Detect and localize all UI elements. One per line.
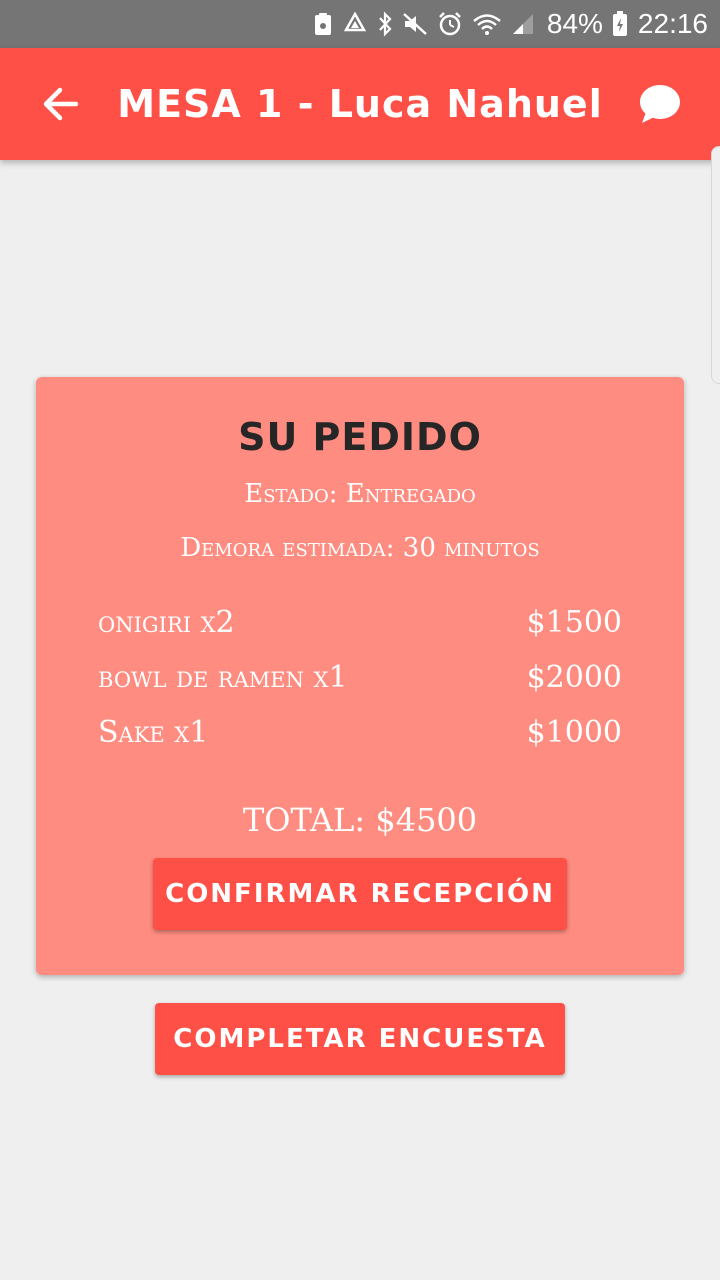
- back-button[interactable]: [36, 80, 84, 128]
- page-title: MESA 1 - Luca Nahuel: [117, 82, 603, 126]
- arrow-back-icon: [43, 87, 79, 121]
- item-name: bowl de ramen x1: [98, 660, 348, 695]
- confirm-reception-button[interactable]: CONFIRMAR RECEPCIÓN: [153, 858, 567, 930]
- estimated-delay: Demora estimada: 30 minutos: [180, 533, 540, 563]
- item-name: Sake x1: [98, 715, 209, 750]
- wifi-icon: [472, 12, 502, 36]
- app-bar: MESA 1 - Luca Nahuel: [0, 48, 720, 160]
- battery-charging-icon: [612, 11, 628, 37]
- item-price: $1500: [526, 605, 622, 640]
- edge-panel-handle[interactable]: [711, 146, 720, 384]
- complete-survey-button[interactable]: COMPLETAR ENCUESTA: [155, 1003, 565, 1075]
- alarm-icon: [437, 11, 463, 37]
- order-total: TOTAL: $4500: [242, 801, 478, 839]
- order-item: bowl de ramen x1 $2000: [98, 660, 622, 695]
- clock: 22:16: [637, 8, 708, 39]
- order-status: Estado: Entregado: [244, 479, 476, 509]
- item-price: $1000: [526, 715, 622, 750]
- order-title: SU PEDIDO: [238, 415, 482, 459]
- mute-icon: [402, 12, 428, 36]
- bluetooth-icon: [377, 11, 393, 37]
- item-name: onigiri x2: [98, 605, 235, 640]
- order-item: onigiri x2 $1500: [98, 605, 622, 640]
- order-card: SU PEDIDO Estado: Entregado Demora estim…: [36, 377, 684, 975]
- status-bar: 84% 22:16: [0, 0, 720, 48]
- signal-icon: [511, 12, 535, 36]
- chat-icon: [640, 85, 680, 123]
- item-price: $2000: [526, 660, 622, 695]
- clipboard-icon: [313, 12, 333, 36]
- recycle-icon: [342, 12, 368, 36]
- order-item: Sake x1 $1000: [98, 715, 622, 750]
- battery-percentage: 84%: [546, 8, 603, 39]
- chat-button[interactable]: [636, 80, 684, 128]
